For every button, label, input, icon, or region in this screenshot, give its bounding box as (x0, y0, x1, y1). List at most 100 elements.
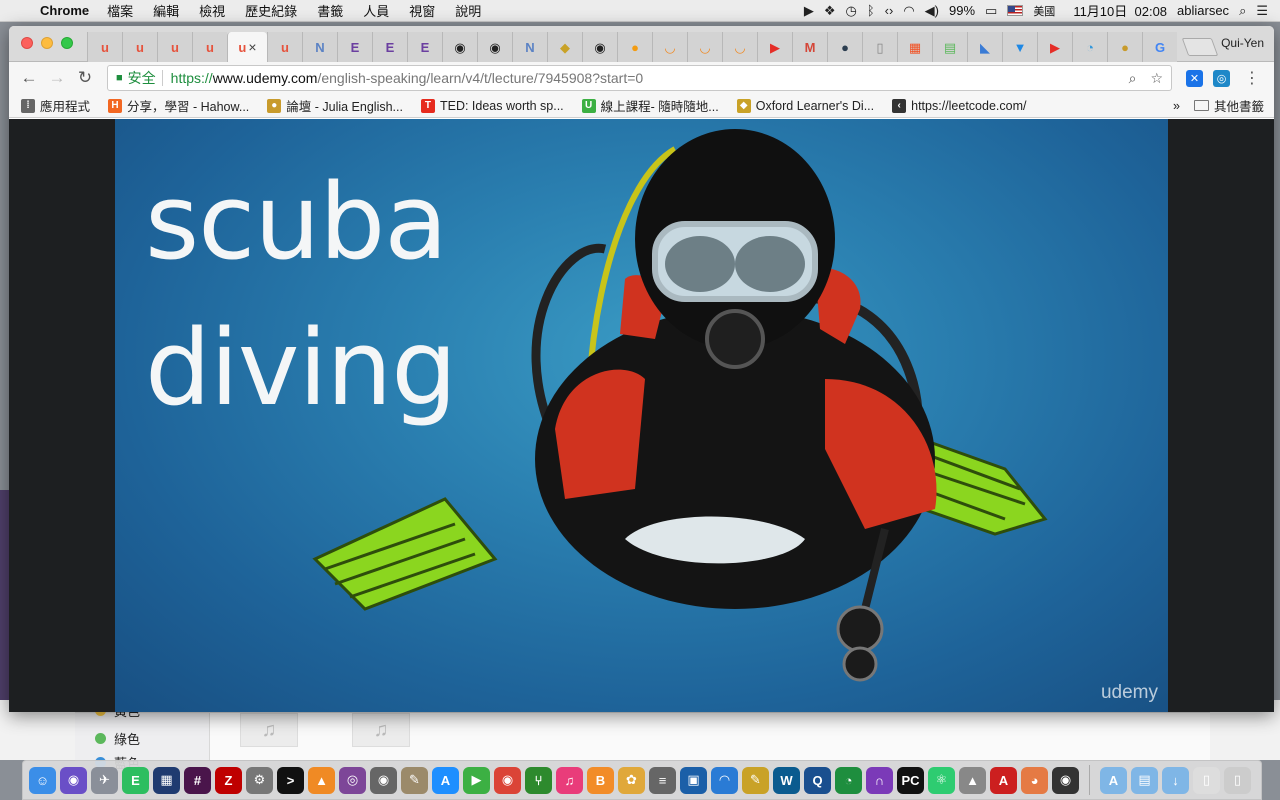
profile-name[interactable]: Qui-Yen (1221, 36, 1264, 50)
itunes-icon[interactable]: ♫ (556, 766, 583, 794)
preview-icon[interactable]: ✎ (401, 766, 428, 794)
tab[interactable]: u (157, 32, 192, 62)
tab[interactable]: G (1142, 32, 1177, 62)
window-app-icon[interactable]: ▦ (153, 766, 180, 794)
tab[interactable]: ◣ (967, 32, 1002, 62)
tab[interactable]: ● (1107, 32, 1142, 62)
tab[interactable]: E (372, 32, 407, 62)
siri-icon[interactable]: ◉ (60, 766, 87, 794)
tab[interactable]: ▯ (862, 32, 897, 62)
bookmark-item[interactable]: ‹ https://leetcode.com/ (892, 98, 1026, 113)
new-tab-button[interactable] (1181, 38, 1219, 56)
tor-icon[interactable]: ◎ (339, 766, 366, 794)
input-source[interactable]: 美國 (1033, 3, 1055, 19)
documents-folder-icon[interactable]: ▤ (1131, 766, 1158, 794)
rocket-icon[interactable]: ▲ (959, 766, 986, 794)
notes-icon[interactable]: ✎ (742, 766, 769, 794)
close-tab-icon[interactable]: × (248, 39, 256, 55)
code-icon[interactable]: ‹› (885, 3, 894, 18)
battery-percent[interactable]: 99% (949, 3, 975, 18)
app-store-icon[interactable]: A (432, 766, 459, 794)
user-name[interactable]: abliarsec (1177, 3, 1229, 18)
toggl-icon[interactable]: ◕ (1021, 766, 1048, 794)
notification-center-icon[interactable]: ☰ (1256, 3, 1268, 19)
chevron-right-icon[interactable]: » (1173, 99, 1180, 113)
menu-bookmarks[interactable]: 書籤 (317, 1, 343, 20)
address-bar[interactable]: ■ 安全 https:// www.udemy.com /english-spe… (107, 65, 1172, 91)
slack-icon[interactable]: # (184, 766, 211, 794)
pycharm-icon[interactable]: PC (897, 766, 924, 794)
tab[interactable]: E (337, 32, 372, 62)
screenshot-icon[interactable]: ◉ (370, 766, 397, 794)
stats-icon[interactable]: ◔ (835, 766, 862, 794)
tab[interactable]: ▶ (757, 32, 792, 62)
panda-icon[interactable]: ◉ (1052, 766, 1079, 794)
tab[interactable]: N (302, 32, 337, 62)
finder-icon[interactable]: ☺ (29, 766, 56, 794)
menu-edit[interactable]: 編輯 (153, 1, 179, 20)
tag-green[interactable]: 綠色 (95, 729, 140, 748)
facetime-icon[interactable]: ▶ (463, 766, 490, 794)
tab[interactable]: ▤ (932, 32, 967, 62)
other-bookmarks-folder[interactable]: 其他書籤 (1193, 96, 1264, 115)
launchpad-icon[interactable]: ✈ (91, 766, 118, 794)
minimize-window-button[interactable] (41, 37, 53, 49)
bluetooth-icon[interactable]: ᛒ (867, 3, 875, 18)
database-icon[interactable]: ≡ (649, 766, 676, 794)
bookmark-item[interactable]: ⁞ 應用程式 (21, 96, 90, 115)
w-app-icon[interactable]: W (773, 766, 800, 794)
zoom-icon[interactable]: ⌕ (1129, 70, 1137, 87)
tab[interactable]: u (87, 32, 122, 62)
menu-file[interactable]: 檔案 (107, 1, 133, 20)
bookmark-item[interactable]: ◆ Oxford Learner's Di... (736, 98, 874, 113)
tab-active[interactable]: u × (227, 32, 267, 62)
search-app-icon[interactable]: Q (804, 766, 831, 794)
wifi-app-icon[interactable]: ◠ (711, 766, 738, 794)
battery-icon[interactable]: ▭ (985, 3, 997, 19)
menu-window[interactable]: 視窗 (409, 1, 435, 20)
video-player[interactable]: scuba diving udemy (115, 119, 1168, 712)
clock[interactable]: 11月10日 02:08 (1073, 1, 1167, 20)
tab[interactable]: u (267, 32, 302, 62)
terminal-icon[interactable]: > (277, 766, 304, 794)
filezilla-icon[interactable]: Z (215, 766, 242, 794)
back-button[interactable]: ← (15, 68, 43, 88)
tab[interactable]: E (407, 32, 442, 62)
chrome-icon[interactable]: ◉ (494, 766, 521, 794)
lock-icon[interactable]: ■ (116, 72, 123, 84)
tab[interactable]: u (192, 32, 227, 62)
volume-icon[interactable]: ◀) (925, 3, 939, 19)
stack-icon[interactable]: ▯ (1193, 766, 1220, 794)
menu-people[interactable]: 人員 (363, 1, 389, 20)
tab[interactable]: ◡ (652, 32, 687, 62)
bookmark-item[interactable]: ● 論壇 - Julia English... (267, 96, 403, 115)
acrobat-icon[interactable]: A (990, 766, 1017, 794)
secure-label[interactable]: 安全 (128, 68, 156, 88)
dropbox-icon[interactable]: ❖ (824, 3, 836, 19)
app-menu[interactable]: Chrome (40, 3, 89, 18)
tab[interactable]: M (792, 32, 827, 62)
bookmark-item[interactable]: H 分享，學習 - Hahow... (108, 96, 249, 115)
tab[interactable]: ◉ (582, 32, 617, 62)
atom-icon[interactable]: ⚛ (928, 766, 955, 794)
applications-folder-icon[interactable]: A (1100, 766, 1127, 794)
extension-o-icon[interactable]: ◎ (1213, 69, 1230, 87)
downloads-folder-icon[interactable]: ↓ (1162, 766, 1189, 794)
menu-view[interactable]: 檢視 (199, 1, 225, 20)
trash-icon[interactable]: ▯ (1224, 766, 1251, 794)
zoom-window-button[interactable] (61, 37, 73, 49)
menu-help[interactable]: 說明 (455, 1, 481, 20)
play-icon[interactable]: ▶ (804, 3, 814, 19)
forward-button[interactable]: → (43, 68, 71, 88)
close-window-button[interactable] (21, 37, 33, 49)
bookmark-item[interactable]: U 線上課程- 隨時隨地... (581, 96, 719, 115)
tab[interactable]: N (512, 32, 547, 62)
us-flag-icon[interactable] (1007, 5, 1024, 16)
headphones-icon[interactable]: ∩ (866, 766, 893, 794)
system-preferences-icon[interactable]: ⚙ (246, 766, 273, 794)
tab[interactable]: ▼ (1002, 32, 1037, 62)
tab[interactable]: ● (827, 32, 862, 62)
time-machine-icon[interactable]: ◷ (845, 3, 856, 19)
audio-file-icon[interactable]: ♫ (240, 713, 298, 747)
tab[interactable]: ◡ (722, 32, 757, 62)
